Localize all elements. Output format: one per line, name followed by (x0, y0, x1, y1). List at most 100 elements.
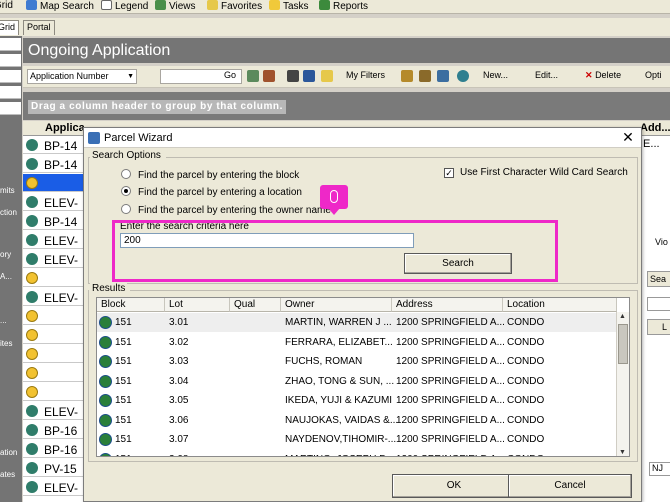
menu-grid[interactable]: Grid (0, 0, 13, 14)
folder-icon[interactable] (321, 70, 333, 82)
menu-map-search[interactable]: Map Search (26, 0, 94, 14)
calendar-icon[interactable] (247, 70, 259, 82)
left-field[interactable] (0, 54, 21, 67)
go-button[interactable]: Go (224, 70, 236, 80)
scroll-down-icon[interactable]: ▼ (619, 449, 626, 456)
cancel-button[interactable]: Cancel (508, 474, 632, 498)
tab-grid[interactable]: Grid (0, 20, 20, 35)
results-scrollbar[interactable]: ▲ ▼ (616, 312, 629, 456)
column-header-address[interactable]: Add... (640, 122, 670, 134)
cell-address: 1200 SPRINGFIELD A... (396, 414, 505, 426)
my-filters-button[interactable]: My Filters (346, 70, 385, 80)
cell-location: CONDO (507, 434, 545, 445)
radio-block[interactable]: Find the parcel by entering the block (121, 169, 299, 181)
funnel-icon[interactable] (437, 70, 449, 82)
state-field[interactable]: NJ (649, 462, 670, 476)
cell-address: 1200 SPRINGFIELD A... (396, 336, 505, 348)
field-partial[interactable] (647, 297, 670, 311)
views-icon (155, 0, 166, 10)
column-header-block[interactable]: Block (97, 298, 165, 312)
menu-reports[interactable]: Reports (319, 0, 368, 14)
print-icon[interactable] (287, 70, 299, 82)
radio-button[interactable] (121, 204, 131, 214)
radio-button[interactable] (121, 169, 131, 179)
column-header-application[interactable]: Applica (45, 122, 85, 134)
cell-owner: MARTIN, WARREN J ... (285, 317, 392, 328)
search-icon[interactable] (457, 70, 469, 82)
application-number: ELEV- (44, 253, 79, 267)
cell-owner: MARTINO, JOSEPH D... (285, 454, 395, 457)
menu-favorites[interactable]: Favorites (207, 0, 262, 14)
cell-block: 151 (115, 336, 132, 348)
cell-location: CONDO (507, 375, 545, 387)
menu-tasks[interactable]: Tasks (269, 0, 309, 14)
result-row[interactable]: 151 3.01 MARTIN, WARREN J ... 1200 SPRINGFI… (97, 313, 617, 332)
application-number: ELEV- (44, 291, 79, 305)
application-number: PV-15 (44, 462, 77, 476)
radio-owner[interactable]: Find the parcel by entering the owner na… (121, 204, 331, 216)
new-button[interactable]: New... (483, 70, 508, 80)
column-header-location[interactable]: Location (503, 298, 617, 312)
cell-location: CONDO (507, 414, 545, 426)
delete-button[interactable]: ✕ Delete (585, 70, 621, 81)
toolbar: Application Number ▼ Go My Filters New...… (23, 66, 670, 88)
radio-location[interactable]: Find the parcel by entering a location (121, 186, 302, 198)
cell-block: 151 (115, 414, 132, 426)
star-folder-icon (207, 0, 218, 10)
column-header-qual[interactable]: Qual (230, 298, 281, 312)
parcel-globe-icon (99, 374, 112, 388)
parcel-globe-icon (99, 452, 112, 456)
ok-button[interactable]: OK (392, 474, 516, 498)
menu-views[interactable]: Views (155, 0, 196, 14)
edit-button[interactable]: Edit... (535, 70, 558, 80)
wildcard-checkbox[interactable]: ✓ Use First Character Wild Card Search (444, 167, 628, 178)
column-header-owner[interactable]: Owner (281, 298, 392, 312)
column-header-lot[interactable]: Lot (165, 298, 230, 312)
word-icon[interactable] (303, 70, 315, 82)
left-label: ites (0, 339, 13, 348)
status-yellow-icon (26, 272, 38, 284)
grid-icon[interactable] (263, 70, 275, 82)
parcel-globe-icon (99, 413, 112, 427)
left-field[interactable] (0, 38, 21, 51)
search-button-partial[interactable]: Sea (647, 271, 670, 287)
result-row[interactable]: 151 3.08 MARTINO, JOSEPH D...1200 SPRINGFI… (97, 450, 617, 457)
map-icon (26, 0, 37, 10)
result-row[interactable]: 151 3.06 NAUJOKAS, VAIDAS &... 1200 SPRINGF… (97, 411, 617, 430)
application-number: BP-14 (44, 215, 78, 229)
globe-icon (26, 424, 38, 436)
result-row[interactable]: 151 3.04 ZHAO, TONG & SUN, ... 1200 SPRINGF… (97, 372, 617, 391)
left-field[interactable] (0, 102, 21, 115)
tab-violations[interactable]: Vio (655, 237, 668, 247)
checkbox[interactable]: ✓ (444, 168, 454, 178)
radio-button-selected[interactable] (121, 186, 131, 196)
filter-check-icon[interactable] (401, 70, 413, 82)
reports-icon (319, 0, 330, 10)
field-select[interactable]: Application Number ▼ (27, 69, 137, 84)
result-row[interactable]: 151 3.03 FUCHS, ROMAN 1200 SPRINGFIELD A...… (97, 352, 617, 371)
options-button[interactable]: Opti (645, 70, 662, 80)
group-by-bar[interactable]: Drag a column header to group by that co… (23, 92, 670, 120)
result-row[interactable]: 151 3.07 NAYDENOV,TIHOMIR-... 1200 SPRINGFI… (97, 430, 617, 449)
scroll-up-icon[interactable]: ▲ (619, 313, 626, 320)
parcel-globe-icon (99, 394, 112, 407)
menu-legend[interactable]: Legend (101, 0, 148, 14)
scroll-thumb[interactable] (618, 324, 628, 364)
close-icon[interactable]: ✕ (621, 129, 635, 145)
results-table: Block Lot Qual Owner Address Location 15… (96, 297, 630, 457)
cell-location: CONDO (507, 454, 544, 457)
parcel-globe-icon (99, 355, 112, 368)
cell-address: 1200 SPRINGFIELD A... (396, 434, 505, 445)
result-row[interactable]: 151 3.02 FERRARA, ELIZABET... 1200 SPRINGFI… (97, 333, 617, 352)
page-title: Ongoing Application (23, 38, 670, 63)
left-field[interactable] (0, 70, 21, 83)
left-label: ates (0, 470, 16, 479)
filter-table-icon[interactable] (419, 70, 431, 82)
left-field[interactable] (0, 86, 21, 99)
wizard-icon (88, 132, 100, 144)
result-row[interactable]: 151 3.05 IKEDA, YUJI & KAZUMI 1200 SPRINGFI… (97, 391, 617, 410)
column-header-address[interactable]: Address (392, 298, 503, 312)
lookup-button-partial[interactable]: L (647, 319, 670, 335)
left-label: ory (0, 250, 12, 259)
tab-portal[interactable]: Portal (23, 20, 55, 35)
